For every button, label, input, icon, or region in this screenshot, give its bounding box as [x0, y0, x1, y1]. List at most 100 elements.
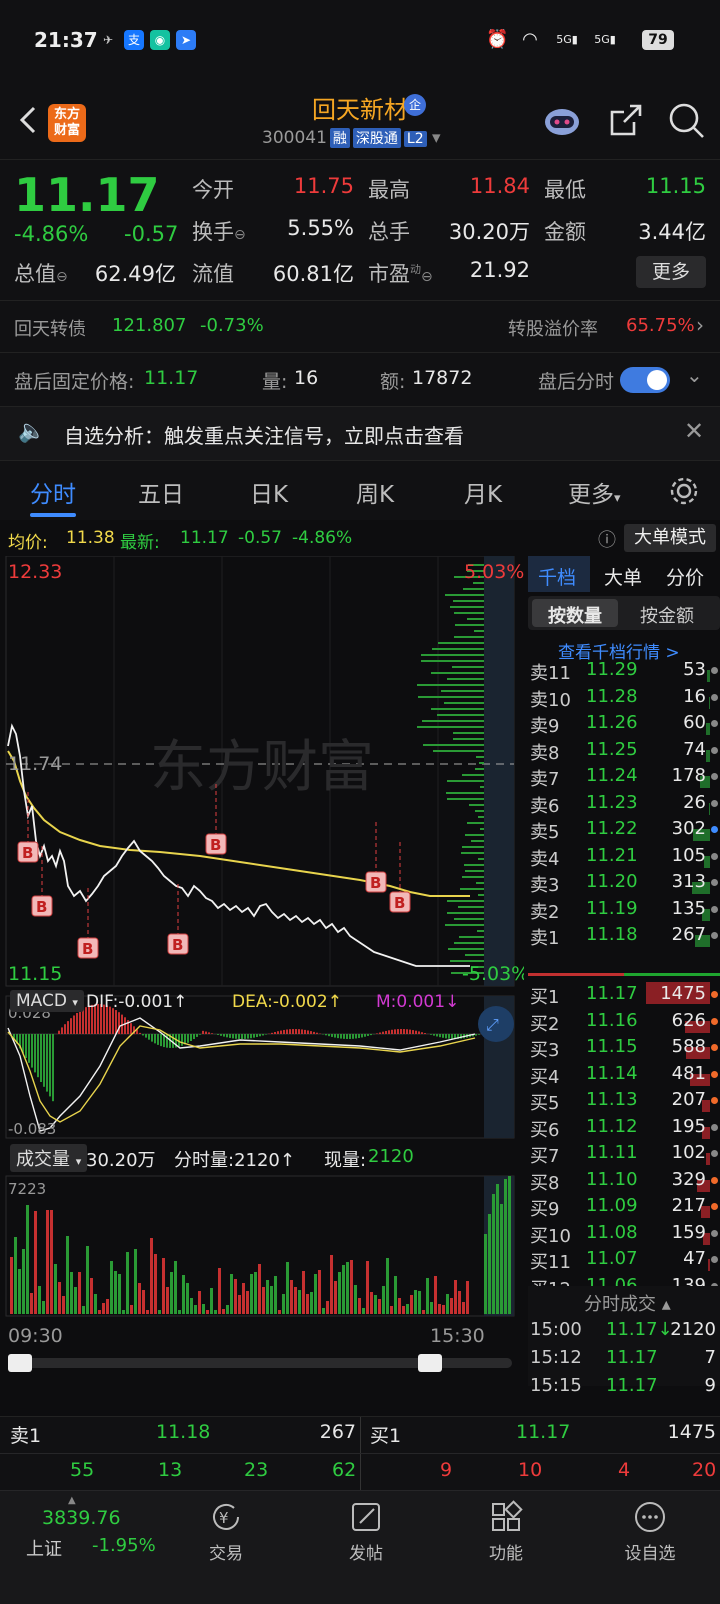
trades-title[interactable]: 分时成交 ▴ — [584, 1290, 671, 1316]
share-icon[interactable] — [606, 100, 646, 140]
volume-bar — [334, 1281, 337, 1314]
profile-bar — [458, 906, 484, 908]
intraday-chart[interactable]: 东方财富 BBBBBBB 12.33 5.03% 11.74 11.15 -5.… — [0, 556, 524, 1386]
subtab-by-amount[interactable]: 按金额 — [640, 602, 694, 628]
time-start: 09:30 — [8, 1325, 63, 1347]
macd-bar — [154, 1034, 156, 1043]
ask-row[interactable]: 卖3 11.20 313 — [528, 868, 720, 895]
bid-row[interactable]: 买6 11.12 195 — [528, 1113, 720, 1140]
profile-bar — [447, 900, 484, 902]
bid-row[interactable]: 买10 11.08 159 — [528, 1219, 720, 1246]
more-button[interactable]: 更多 — [636, 256, 706, 288]
volume-bar — [378, 1299, 381, 1314]
volume-bar — [94, 1294, 97, 1314]
convertible-bond-row[interactable]: 回天转债 121.807 -0.73% 转股溢价率 65.75% › — [0, 300, 720, 352]
search-icon[interactable] — [666, 100, 706, 140]
bid-label: 买11 — [530, 1248, 571, 1274]
big-order-mode-button[interactable]: 大单模式 — [624, 524, 716, 552]
volume-bar — [202, 1304, 205, 1314]
macd-bar — [181, 1034, 183, 1046]
volume-bar — [206, 1310, 209, 1314]
profile-bar — [478, 894, 484, 896]
volume-bar — [322, 1308, 325, 1314]
bid-row[interactable]: 买3 11.15 588 — [528, 1033, 720, 1060]
tab-depth[interactable]: 千档 — [538, 563, 576, 590]
sell-split-3: 23 — [244, 1459, 268, 1481]
bid-row[interactable]: 买1 11.17 1475 — [528, 980, 720, 1007]
bid-row[interactable]: 买5 11.13 207 — [528, 1086, 720, 1113]
change-amount: -0.57 — [124, 222, 178, 246]
tab-price-dist[interactable]: 分价 — [666, 563, 704, 590]
tab-intraday[interactable]: 分时 — [30, 475, 76, 509]
macd-bar — [304, 1030, 306, 1034]
ask-row[interactable]: 卖1 11.18 267 — [528, 921, 720, 948]
volume-bar — [306, 1294, 309, 1314]
volume-header: 成交量 ▾ 30.20万 分时量:2120↑ 现量: 2120 — [0, 1142, 520, 1174]
macd-bar — [334, 1034, 336, 1038]
tab-weekly-k[interactable]: 周K — [356, 475, 394, 509]
volume-bar — [138, 1283, 141, 1314]
nav-add-watchlist-label: 设自选 — [600, 1539, 700, 1564]
macd-bar — [166, 1034, 168, 1048]
volume-bar — [446, 1294, 449, 1314]
bid-row[interactable]: 买7 11.11 102 — [528, 1139, 720, 1166]
macd-selector[interactable]: MACD ▾ — [10, 990, 84, 1012]
tab-monthly-k[interactable]: 月K — [464, 475, 502, 509]
bid-row[interactable]: 买9 11.09 217 — [528, 1192, 720, 1219]
settings-gear-icon[interactable] — [668, 475, 700, 507]
notice-bar[interactable]: 🔈 自选分析：触发重点关注信号，立即点击查看 ✕ — [0, 406, 720, 460]
ask-row[interactable]: 卖2 11.19 135 — [528, 895, 720, 922]
help-icon[interactable]: ⓘ — [598, 526, 616, 552]
chevron-down-icon[interactable]: ⌄ — [686, 363, 703, 387]
bq-sell-label: 卖1 — [10, 1421, 41, 1448]
bottom-nav: ▲ 3839.76 上证 -1.95% ¥ 交易 发帖 功能 设自选 — [0, 1490, 720, 1604]
volume-bar — [398, 1298, 401, 1314]
ask-row[interactable]: 卖9 11.26 60 — [528, 709, 720, 736]
robot-assistant-icon[interactable] — [542, 100, 582, 140]
tab-five-day[interactable]: 五日 — [138, 475, 184, 509]
bid-row[interactable]: 买2 11.16 626 — [528, 1007, 720, 1034]
macd-bar — [67, 1021, 69, 1034]
bid-row[interactable]: 买11 11.07 47 — [528, 1245, 720, 1272]
volume-bar — [354, 1285, 357, 1314]
ask-label: 卖1 — [530, 924, 559, 950]
bid-row[interactable]: 买8 11.10 329 — [528, 1166, 720, 1193]
ask-row[interactable]: 卖11 11.29 53 — [528, 656, 720, 683]
range-slider-left-handle[interactable] — [8, 1354, 32, 1372]
tab-more[interactable]: 更多▾ — [568, 475, 621, 509]
ask-row[interactable]: 卖6 11.23 26 — [528, 789, 720, 816]
macd-bar — [247, 1034, 249, 1039]
bid-qty: 329 — [672, 1169, 706, 1190]
open-label: 今开 — [192, 174, 234, 204]
tab-daily-k[interactable]: 日K — [250, 475, 288, 509]
bid-row[interactable]: 买4 11.14 481 — [528, 1060, 720, 1087]
ask-row[interactable]: 卖8 11.25 74 — [528, 736, 720, 763]
macd-bar — [310, 1031, 312, 1034]
range-slider-right-handle[interactable] — [418, 1354, 442, 1372]
bid-label: 买7 — [530, 1142, 559, 1168]
volume-bars — [10, 1176, 511, 1314]
volume-selector[interactable]: 成交量 ▾ — [10, 1144, 87, 1172]
volume-bar — [450, 1298, 453, 1314]
volume-bar — [426, 1278, 429, 1314]
ask-row[interactable]: 卖4 11.21 105 — [528, 842, 720, 869]
macd-bar — [355, 1034, 357, 1038]
dea-value: DEA:-0.002↑ — [232, 992, 342, 1012]
svg-text:¥: ¥ — [219, 1509, 229, 1527]
tab-big-orders[interactable]: 大单 — [604, 563, 642, 590]
bid-qty: 207 — [672, 1089, 706, 1110]
float-label: 流值 — [192, 258, 234, 288]
volume-bar — [422, 1310, 425, 1314]
ask-dot — [711, 720, 718, 727]
profile-bar — [454, 636, 484, 638]
volume-bar — [34, 1211, 37, 1314]
close-icon[interactable]: ✕ — [684, 417, 704, 445]
subtab-by-qty[interactable]: 按数量 — [548, 602, 602, 628]
after-hours-toggle[interactable] — [620, 367, 670, 393]
macd-bar — [286, 1030, 288, 1034]
ask-row[interactable]: 卖7 11.24 178 — [528, 762, 720, 789]
bottom-best-quotes: 卖1 11.18 267 买1 11.17 1475 55 13 23 62 9… — [0, 1416, 720, 1490]
ask-row[interactable]: 卖5 11.22 302 — [528, 815, 720, 842]
ask-row[interactable]: 卖10 11.28 16 — [528, 683, 720, 710]
ask-price: 11.25 — [586, 739, 638, 760]
